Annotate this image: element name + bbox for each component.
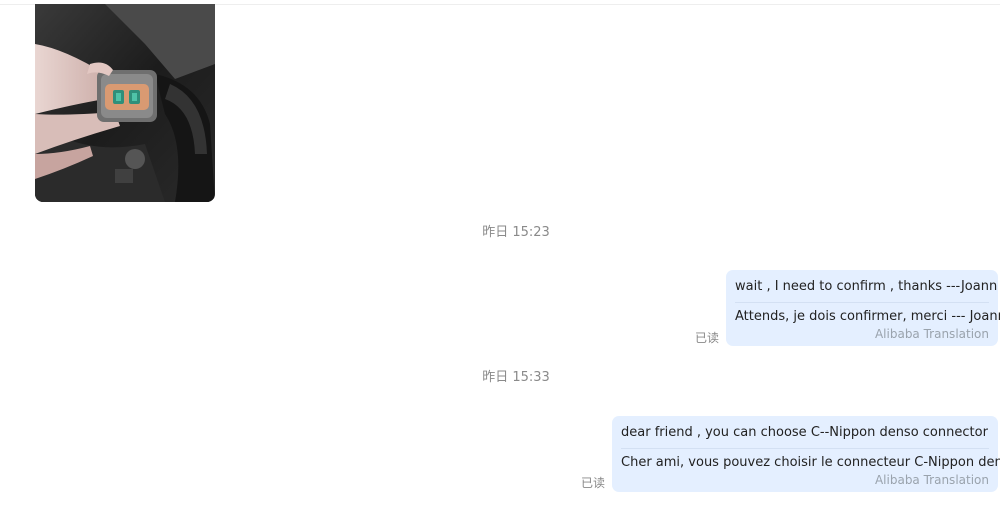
connector-photo	[35, 4, 215, 202]
translation-source-label: Alibaba Translation	[874, 327, 989, 341]
message-bubble[interactable]: wait , I need to confirm , thanks ---Joa…	[726, 270, 1000, 346]
message-timestamp: 昨日 15:33	[482, 370, 550, 385]
translation-source-label: Alibaba Translation	[874, 473, 989, 487]
message-original-text: wait , I need to confirm , thanks ---Joa…	[735, 270, 997, 303]
message-image[interactable]	[35, 4, 215, 202]
message-bubble[interactable]: dear friend , you can choose C--Nippon d…	[612, 416, 1000, 492]
read-status: 已读	[695, 331, 720, 345]
message-timestamp: 昨日 15:23	[482, 225, 550, 240]
message-translated-text: Cher ami, vous pouvez choisir le connect…	[621, 455, 1000, 470]
message-translated-text: Attends, je dois confirmer, merci --- Jo…	[735, 309, 1000, 324]
read-status: 已读	[581, 476, 606, 490]
message-original-text: dear friend , you can choose C--Nippon d…	[621, 416, 989, 449]
chat-message-list: 昨日 15:23 已读 wait , I need to confirm , t…	[0, 0, 1000, 506]
